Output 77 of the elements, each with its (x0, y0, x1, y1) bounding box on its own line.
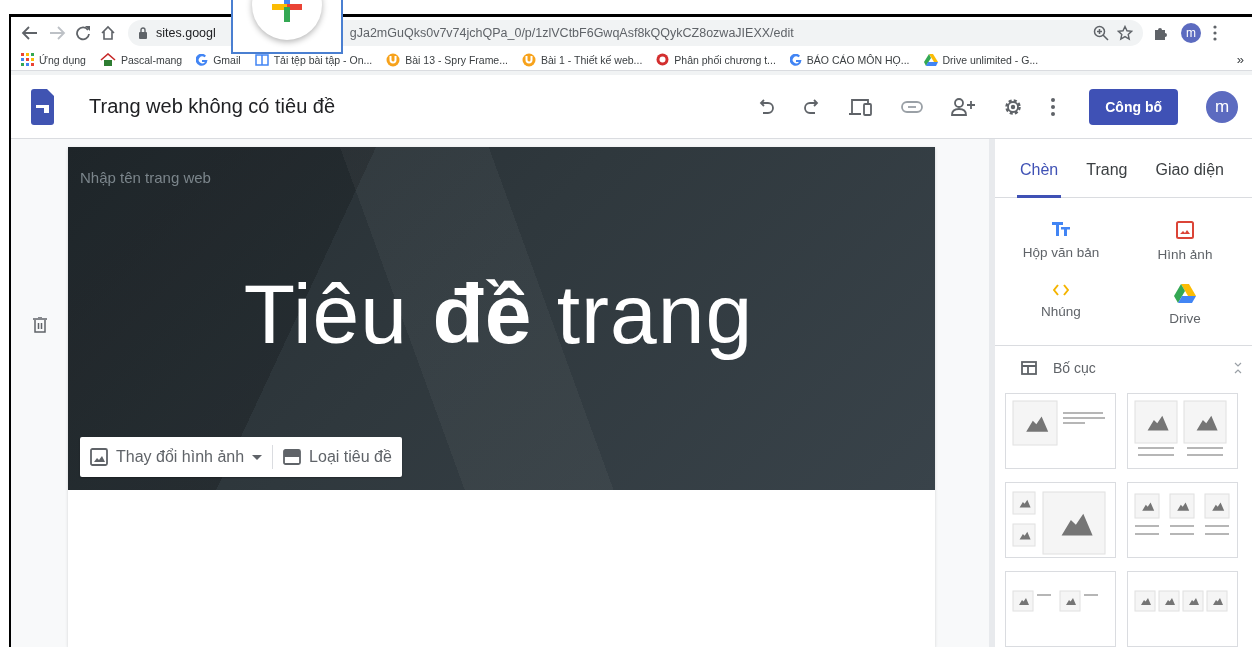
add-person-icon[interactable] (951, 97, 976, 116)
bookmark[interactable]: Ứng dụng (21, 53, 86, 66)
trash-icon[interactable] (32, 317, 47, 333)
image-icon (90, 448, 108, 466)
settings-icon[interactable] (1003, 96, 1024, 117)
u-letter-icon (521, 52, 536, 67)
reload-icon[interactable] (75, 25, 91, 41)
bookmark[interactable]: Gmail (196, 53, 241, 66)
insert-item[interactable]: Hình ảnh (1123, 220, 1247, 263)
layout-icon (1021, 360, 1037, 375)
site-name-field[interactable]: Nhập tên trang web (80, 169, 280, 186)
zoom-icon[interactable] (1093, 25, 1109, 41)
layout-thumbnail[interactable] (1127, 571, 1238, 647)
link-icon[interactable] (901, 100, 924, 113)
layouts-heading: Bố cục (1053, 359, 1096, 376)
google-icon (789, 53, 802, 66)
avatar[interactable]: m (1181, 23, 1201, 43)
bookmark[interactable]: Bài 13 - Spry Frame... (386, 52, 508, 67)
document-icon (254, 53, 269, 66)
dropdown-caret-icon (252, 454, 263, 460)
layout-thumbnail[interactable] (1005, 571, 1116, 647)
house-icon (99, 52, 116, 67)
panel-tab[interactable]: Giao diện (1152, 139, 1227, 198)
home-icon[interactable] (100, 25, 116, 41)
bookmark-label: Drive unlimited - G... (942, 53, 1039, 66)
insert-label: Hình ảnh (1157, 247, 1213, 262)
layout-thumbnail[interactable] (1005, 393, 1116, 469)
insert-label: Drive (1169, 311, 1201, 326)
sites-logo-icon (31, 88, 54, 125)
lock-icon (138, 27, 148, 39)
apps-grid-icon (21, 53, 34, 66)
bookmark[interactable]: Tải tệp bài tập - On... (254, 53, 373, 66)
bookmark[interactable]: Pascal-mang (99, 52, 183, 67)
insert-label: Hộp văn bản (1022, 245, 1100, 260)
collapse-icon[interactable] (1234, 361, 1242, 374)
layout-thumbnail[interactable] (1127, 393, 1238, 469)
change-image-button[interactable]: Thay đổi hình ảnh (90, 441, 263, 473)
title-type-button[interactable]: Loại tiêu đề (283, 441, 392, 473)
url-text: gJa2mGuQks0v7v74jchQPa_0/p/1zlVCtbF6GwqAsf8kQQykCZ8ozwaJIEXX/edit (349, 26, 794, 40)
insert-item[interactable]: Drive (1123, 283, 1247, 327)
bookmark-label: Tải tệp bài tập - On... (273, 53, 373, 66)
more-options-icon[interactable] (1213, 25, 1217, 41)
layout-thumbnail[interactable] (1005, 482, 1116, 558)
title-bar-icon (283, 449, 302, 465)
plus-icon (272, 0, 302, 22)
drive-icon (923, 53, 938, 66)
code-brackets-icon (1053, 284, 1069, 296)
insert-item[interactable]: Hộp văn bản (999, 220, 1123, 263)
puzzle-icon[interactable] (1153, 25, 1169, 41)
insert-label: Nhúng (1041, 304, 1081, 319)
google-icon (196, 53, 209, 66)
more-options-icon[interactable] (1051, 97, 1056, 116)
seal-icon (656, 53, 670, 66)
more-bookmarks-button[interactable]: » (1236, 52, 1244, 67)
bookmark-label: Bài 13 - Spry Frame... (405, 53, 508, 66)
avatar[interactable]: m (1206, 90, 1238, 123)
panel-tab[interactable]: Trang (1083, 139, 1131, 198)
star-icon[interactable] (1117, 25, 1133, 41)
image-icon (1176, 221, 1194, 239)
bookmark-label: Bài 1 - Thiết kế web... (540, 53, 643, 66)
undo-icon[interactable] (757, 98, 776, 115)
bookmark[interactable]: Drive unlimited - G... (923, 53, 1039, 66)
back-arrow-icon[interactable] (21, 25, 39, 41)
insert-item[interactable]: Nhúng (999, 283, 1123, 327)
layout-thumbnail[interactable] (1127, 482, 1238, 558)
bookmark-label: Gmail (213, 53, 241, 66)
bookmark[interactable]: Bài 1 - Thiết kế web... (521, 52, 643, 67)
bookmark-label: Ứng dụng (39, 53, 86, 66)
site-title[interactable]: Trang web không có tiêu đề (89, 95, 336, 118)
u-letter-icon (386, 52, 401, 67)
drive-icon (1174, 284, 1196, 303)
device-preview-icon[interactable] (849, 97, 874, 116)
panel-tab[interactable]: Chèn (1017, 139, 1062, 198)
text-box-icon (1052, 221, 1070, 237)
url-text: sites.googl (156, 26, 216, 40)
bookmark-label: Pascal-mang (120, 53, 183, 66)
publish-button[interactable]: Công bố (1089, 88, 1178, 125)
